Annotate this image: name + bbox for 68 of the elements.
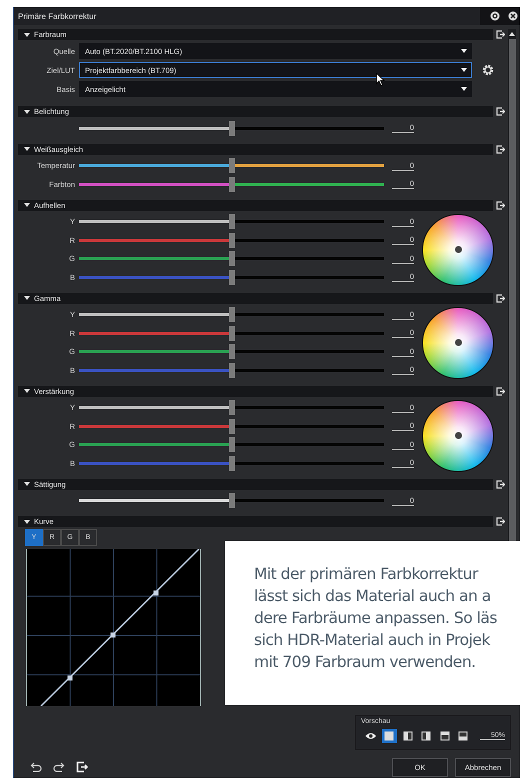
layout-icon xyxy=(421,731,432,741)
export-icon[interactable] xyxy=(496,107,505,116)
slider-thumb[interactable] xyxy=(228,493,234,508)
layout-icon xyxy=(402,731,413,741)
slider-thumb[interactable] xyxy=(228,437,234,452)
slider-thumb[interactable] xyxy=(228,120,234,136)
slider-thumb[interactable] xyxy=(228,158,234,174)
slider-thumb[interactable] xyxy=(228,232,234,248)
caret-icon xyxy=(461,68,467,72)
caption-text: Mit der primären Farbkorrektur lässt sich das Material auch an a dere Farbräume anpassen. So läs sich HDR-Material auch in Projek mit 709 Farbraum verwenden. xyxy=(254,564,498,673)
collapse-icon[interactable] xyxy=(24,108,30,114)
slider[interactable] xyxy=(79,270,384,285)
slider[interactable] xyxy=(79,437,384,452)
slider-thumb[interactable] xyxy=(228,270,234,285)
export-icon[interactable] xyxy=(496,30,505,39)
export-icon[interactable] xyxy=(496,144,505,154)
caret-icon xyxy=(461,48,467,54)
slider[interactable] xyxy=(79,400,384,416)
window-title: Primäre Farbkorrektur xyxy=(18,12,96,20)
preview-mode-button[interactable] xyxy=(382,729,398,743)
slider[interactable] xyxy=(79,456,384,471)
scroll-up-icon[interactable] xyxy=(509,32,515,36)
target-icon[interactable] xyxy=(490,11,500,21)
collapse-icon[interactable] xyxy=(24,295,30,301)
close-icon[interactable] xyxy=(508,11,518,21)
settings-icon[interactable] xyxy=(482,64,494,76)
slider-thumb[interactable] xyxy=(228,362,234,378)
slider[interactable] xyxy=(79,176,384,192)
slider-thumb[interactable] xyxy=(228,214,234,230)
slider[interactable] xyxy=(79,158,384,174)
export-icon[interactable] xyxy=(496,294,505,302)
collapse-icon[interactable] xyxy=(24,202,30,208)
eye-icon[interactable] xyxy=(365,732,377,740)
export-icon[interactable] xyxy=(76,761,88,773)
undo-icon[interactable] xyxy=(30,762,42,772)
slider-thumb[interactable] xyxy=(228,456,234,471)
slider-thumb[interactable] xyxy=(228,176,234,192)
collapse-icon[interactable] xyxy=(24,146,30,152)
slider[interactable] xyxy=(79,307,384,322)
export-icon[interactable] xyxy=(496,517,505,526)
layout-icon xyxy=(440,731,450,741)
layout-icon xyxy=(384,731,394,741)
slider-thumb[interactable] xyxy=(228,307,234,322)
collapse-icon[interactable] xyxy=(24,388,30,394)
collapse-icon[interactable] xyxy=(24,518,30,524)
slider-thumb[interactable] xyxy=(228,418,234,434)
slider[interactable] xyxy=(79,214,384,230)
slider[interactable] xyxy=(79,120,384,136)
slider-thumb[interactable] xyxy=(228,326,234,341)
caret-icon xyxy=(461,86,467,92)
export-icon[interactable] xyxy=(496,480,505,488)
slider[interactable] xyxy=(79,344,384,360)
redo-icon[interactable] xyxy=(53,762,65,772)
slider-thumb[interactable] xyxy=(228,344,234,360)
slider[interactable] xyxy=(79,493,384,508)
slider[interactable] xyxy=(79,418,384,434)
export-icon[interactable] xyxy=(496,386,505,396)
slider[interactable] xyxy=(79,251,384,266)
slider-thumb[interactable] xyxy=(228,251,234,266)
cursor-icon xyxy=(376,73,385,86)
collapse-icon[interactable] xyxy=(24,32,30,38)
export-icon[interactable] xyxy=(496,200,505,210)
slider[interactable] xyxy=(79,362,384,378)
collapse-icon[interactable] xyxy=(24,481,30,487)
slider[interactable] xyxy=(79,232,384,248)
slider-thumb[interactable] xyxy=(228,400,234,416)
layout-icon xyxy=(458,731,468,741)
slider[interactable] xyxy=(79,326,384,341)
